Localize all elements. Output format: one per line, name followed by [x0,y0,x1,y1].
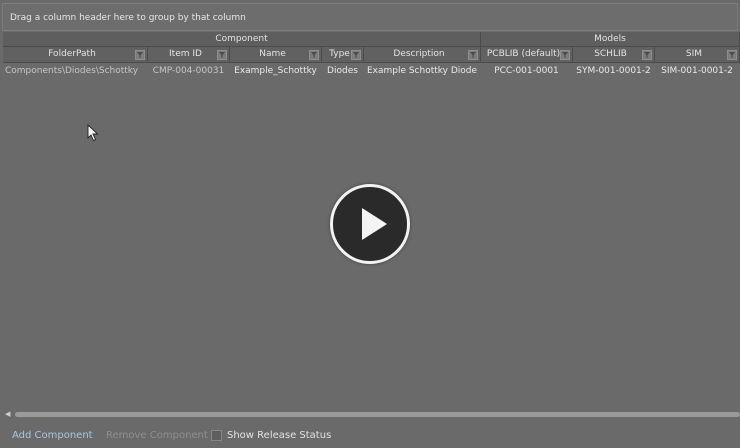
cell-type[interactable]: Diodes [322,63,364,79]
column-header-label: Name [259,49,286,59]
cell-description[interactable]: Example Schottky Diode [364,63,481,79]
column-header-label: Description [393,49,445,59]
show-release-status-checkbox[interactable] [211,430,222,441]
column-header-name[interactable]: Name [230,47,322,63]
cell-item-id[interactable]: CMP-004-00031 [148,63,230,79]
scrollbar-thumb[interactable] [15,412,740,417]
band-models[interactable]: Models [481,32,740,47]
column-header-label: Item ID [169,49,202,59]
cell-sim[interactable]: SIM-001-0001-2 [655,63,740,79]
column-header-sim[interactable]: SIM [655,47,740,63]
group-by-hint: Drag a column header here to group by th… [10,13,246,23]
column-header-row: FolderPath Item ID Name Type Description… [3,47,740,63]
funnel-icon[interactable] [351,50,361,60]
funnel-icon[interactable] [560,50,570,60]
column-header-label: SIM [685,49,703,59]
column-header-description[interactable]: Description [364,47,481,63]
group-by-panel[interactable]: Drag a column header here to group by th… [2,3,738,31]
table-row[interactable]: Components\Diodes\Schottky CMP-004-00031… [3,63,740,79]
cell-pcblib[interactable]: PCC-001-0001 [481,63,573,79]
cell-schlib[interactable]: SYM-001-0001-2 [573,63,655,79]
band-component[interactable]: Component [3,32,481,47]
funnel-icon[interactable] [642,50,652,60]
mouse-pointer-icon [87,124,99,142]
column-header-label: SCHLIB [594,49,627,59]
funnel-icon[interactable] [135,50,145,60]
column-header-folderpath[interactable]: FolderPath [3,47,148,63]
funnel-icon[interactable] [468,50,478,60]
funnel-icon[interactable] [217,50,227,60]
band-header-row: Component Models [3,32,740,47]
footer-toolbar: Add Component Remove Component Show Rele… [0,424,740,448]
add-component-button[interactable]: Add Component [12,430,93,442]
funnel-icon[interactable] [727,50,737,60]
cell-name[interactable]: Example_Schottky [230,63,322,79]
scroll-left-arrow-icon[interactable]: ◀ [5,410,10,418]
column-header-label: PCBLIB (default) [486,49,561,59]
column-header-schlib[interactable]: SCHLIB [573,47,655,63]
funnel-icon[interactable] [309,50,319,60]
column-header-label: FolderPath [48,49,96,59]
horizontal-scrollbar[interactable]: ◀ [3,410,740,418]
play-icon[interactable] [330,184,410,264]
cell-folderpath[interactable]: Components\Diodes\Schottky [3,63,148,79]
column-header-pcblib[interactable]: PCBLIB (default) [481,47,573,63]
remove-component-button[interactable]: Remove Component [106,430,208,442]
show-release-status-label[interactable]: Show Release Status [227,430,331,442]
column-header-item-id[interactable]: Item ID [148,47,230,63]
column-header-type[interactable]: Type [322,47,364,63]
